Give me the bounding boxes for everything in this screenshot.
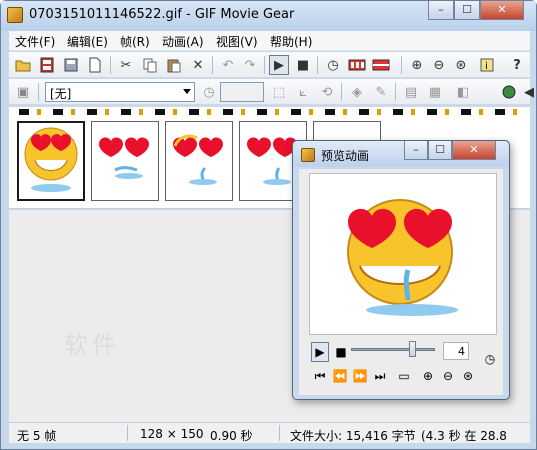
new-page-icon[interactable] — [85, 55, 105, 75]
close-button[interactable]: ✕ — [480, 1, 524, 20]
title-bar[interactable]: 0703151011146522.gif - GIF Movie Gear – … — [1, 1, 536, 31]
preview-minimize-button[interactable]: – — [404, 141, 428, 160]
menu-animation[interactable]: 动画(A) — [162, 33, 204, 50]
transparency-icon[interactable] — [371, 55, 391, 75]
main-toolbar: ✂ ✕ ↶ ↷ ▶ ■ ◷ ⊕ ⊖ ⊛ i ? — [9, 52, 530, 78]
frame-thumbnail[interactable] — [91, 121, 159, 201]
svg-text:i: i — [485, 61, 488, 72]
timing-clock-icon[interactable]: ◷ — [323, 55, 343, 75]
frame-icon[interactable]: ▤ — [401, 82, 421, 102]
preview-zoom-fit-icon[interactable]: ⊛ — [459, 366, 477, 386]
zoom-in-icon[interactable]: ⊕ — [407, 55, 427, 75]
cut-icon[interactable]: ✂ — [116, 55, 136, 75]
maximize-button[interactable]: ☐ — [454, 1, 480, 20]
gif-movie-gear-icon — [7, 7, 23, 23]
preview-play-icon[interactable]: ▶ — [311, 342, 329, 362]
frame-thumbnail[interactable] — [165, 121, 233, 201]
effects-icon[interactable]: ◈ — [347, 82, 367, 102]
last-frame-icon[interactable]: ⏭ — [371, 366, 389, 386]
paste-icon[interactable] — [164, 55, 184, 75]
help-icon[interactable]: ? — [507, 55, 527, 75]
play-icon[interactable]: ▶ — [269, 55, 289, 75]
preview-title-bar[interactable]: 预览动画 – ☐ ✕ — [293, 141, 509, 167]
frame-combo[interactable]: [无] — [45, 82, 195, 102]
menu-bar: 文件(F) 编辑(E) 帧(R) 动画(A) 视图(V) 帮助(H) — [9, 31, 530, 51]
preview-stop-icon[interactable]: ■ — [333, 342, 349, 362]
menu-frame[interactable]: 帧(R) — [120, 33, 150, 50]
gif-movie-gear-icon — [301, 148, 315, 162]
menu-help[interactable]: 帮助(H) — [270, 33, 312, 50]
preview-zoom-out-icon[interactable]: ⊖ — [439, 366, 457, 386]
film-sprockets — [19, 109, 517, 115]
undo-icon[interactable]: ↶ — [218, 55, 238, 75]
preview-title: 预览动画 — [321, 149, 370, 163]
preview-slider-track[interactable] — [351, 348, 435, 351]
preview-window: 预览动画 – ☐ ✕ ▶ ■ 4 ◷ ⏮ ⏪ ⏩ ⏭ ▭ ⊕ ⊖ ⊛ — [292, 140, 510, 400]
first-frame-icon[interactable]: ⏮ — [311, 366, 329, 386]
redo-icon[interactable]: ↷ — [240, 55, 260, 75]
menu-edit[interactable]: 编辑(E) — [67, 33, 108, 50]
emoji-preview-image — [347, 199, 458, 316]
frame-thumbnail[interactable] — [17, 121, 85, 201]
menu-file[interactable]: 文件(F) — [15, 33, 55, 50]
next-frame-icon[interactable]: ⏩ — [351, 366, 369, 386]
preview-frame-number[interactable]: 4 — [443, 342, 469, 360]
film-strip-icon[interactable] — [37, 55, 57, 75]
menu-view[interactable]: 视图(V) — [216, 33, 258, 50]
frame-combo-value: [无] — [50, 87, 72, 101]
prev-frame-icon[interactable]: ⏪ — [331, 366, 349, 386]
delay-field[interactable] — [220, 82, 264, 102]
preview-canvas — [309, 173, 497, 335]
info-icon[interactable]: i — [477, 55, 497, 75]
save-icon[interactable] — [61, 55, 81, 75]
rotate-icon[interactable]: ⟲ — [317, 82, 337, 102]
frame-toolbar: ▣ [无] ◷ ⬚ ⟀ ⟲ ◈ ✎ ▤ ▦ ◧ ◀ — [9, 79, 534, 105]
preview-close-button[interactable]: ✕ — [452, 141, 496, 160]
chevron-down-icon — [183, 89, 191, 94]
status-download: (4.3 秒 在 28.8 — [421, 429, 507, 443]
window-title: 0703151011146522.gif - GIF Movie Gear — [29, 7, 295, 22]
delete-icon[interactable]: ✕ — [188, 55, 208, 75]
status-duration: 0.90 秒 — [210, 429, 253, 443]
status-dimensions: 128 × 150 — [140, 427, 204, 441]
resize-icon[interactable]: ⬚ — [269, 82, 289, 102]
copy-icon[interactable] — [140, 55, 160, 75]
status-bar: 无 5 帧 128 × 150 0.90 秒 文件大小: 15,416 字节 (… — [9, 422, 530, 443]
preview-zoom-in-icon[interactable]: ⊕ — [419, 366, 437, 386]
arrow-icon[interactable]: ◀ — [519, 82, 537, 102]
minimize-button[interactable]: – — [428, 1, 454, 20]
open-folder-icon[interactable] — [13, 55, 33, 75]
palette-icon[interactable] — [347, 55, 367, 75]
watermark-text: 软件 — [64, 331, 120, 359]
zoom-fit-icon[interactable]: ⊛ — [451, 55, 471, 75]
frame-properties-icon[interactable]: ▣ — [13, 82, 33, 102]
preview-slider-thumb[interactable] — [409, 341, 416, 357]
preview-body: ▶ ■ 4 ◷ ⏮ ⏪ ⏩ ⏭ ▭ ⊕ ⊖ ⊛ — [299, 169, 503, 395]
preview-timing-icon[interactable]: ◷ — [481, 349, 499, 369]
delay-clock-icon: ◷ — [203, 84, 215, 100]
preview-maximize-button[interactable]: ☐ — [428, 141, 452, 160]
brush-icon[interactable]: ✎ — [371, 82, 391, 102]
crop-icon[interactable]: ⟀ — [293, 82, 313, 102]
status-frames: 无 5 帧 — [17, 429, 57, 443]
zoom-out-icon[interactable]: ⊖ — [429, 55, 449, 75]
screen-icon[interactable]: ▭ — [395, 366, 413, 386]
status-filesize: 文件大小: 15,416 字节 — [290, 429, 416, 443]
layer-icon[interactable]: ◧ — [453, 82, 473, 102]
globe-icon[interactable] — [499, 82, 519, 102]
frame-edit-icon[interactable]: ▦ — [425, 82, 445, 102]
stop-icon[interactable]: ■ — [293, 55, 313, 75]
